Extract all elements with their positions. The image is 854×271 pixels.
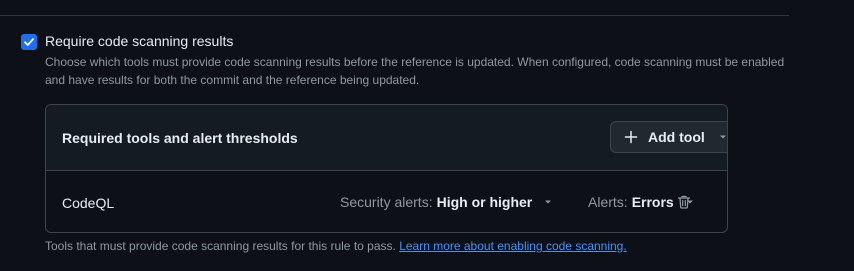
tool-name: CodeQL	[62, 195, 115, 211]
option-title[interactable]: Require code scanning results	[45, 33, 233, 49]
required-tools-header: Required tools and alert thresholds Add …	[46, 105, 727, 171]
chevron-down-icon	[545, 200, 552, 204]
alerts-value: Errors	[631, 194, 674, 210]
trash-icon[interactable]	[676, 194, 692, 210]
security-alerts-value: High or higher	[436, 194, 533, 210]
chevron-down-icon	[719, 135, 726, 139]
footer-note-text: Tools that must provide code scanning re…	[45, 239, 396, 253]
add-tool-button[interactable]: Add tool	[610, 121, 727, 153]
ruleset-settings-panel: Require code scanning results Choose whi…	[0, 0, 854, 271]
security-alerts-select[interactable]: Security alerts: High or higher	[340, 194, 554, 210]
alerts-prefix: Alerts:	[588, 194, 628, 210]
section-divider	[0, 15, 789, 16]
footer-note: Tools that must provide code scanning re…	[45, 239, 627, 253]
required-tools-title: Required tools and alert thresholds	[62, 130, 298, 146]
option-description: Choose which tools must provide code sca…	[45, 55, 785, 87]
require-code-scanning-checkbox[interactable]	[21, 34, 37, 50]
required-tools-box: Required tools and alert thresholds Add …	[45, 104, 728, 233]
check-icon	[24, 38, 34, 46]
plus-icon	[624, 130, 638, 144]
learn-more-link[interactable]: Learn more about enabling code scanning.	[399, 239, 627, 253]
add-tool-label: Add tool	[648, 129, 705, 145]
security-alerts-prefix: Security alerts:	[340, 194, 433, 210]
